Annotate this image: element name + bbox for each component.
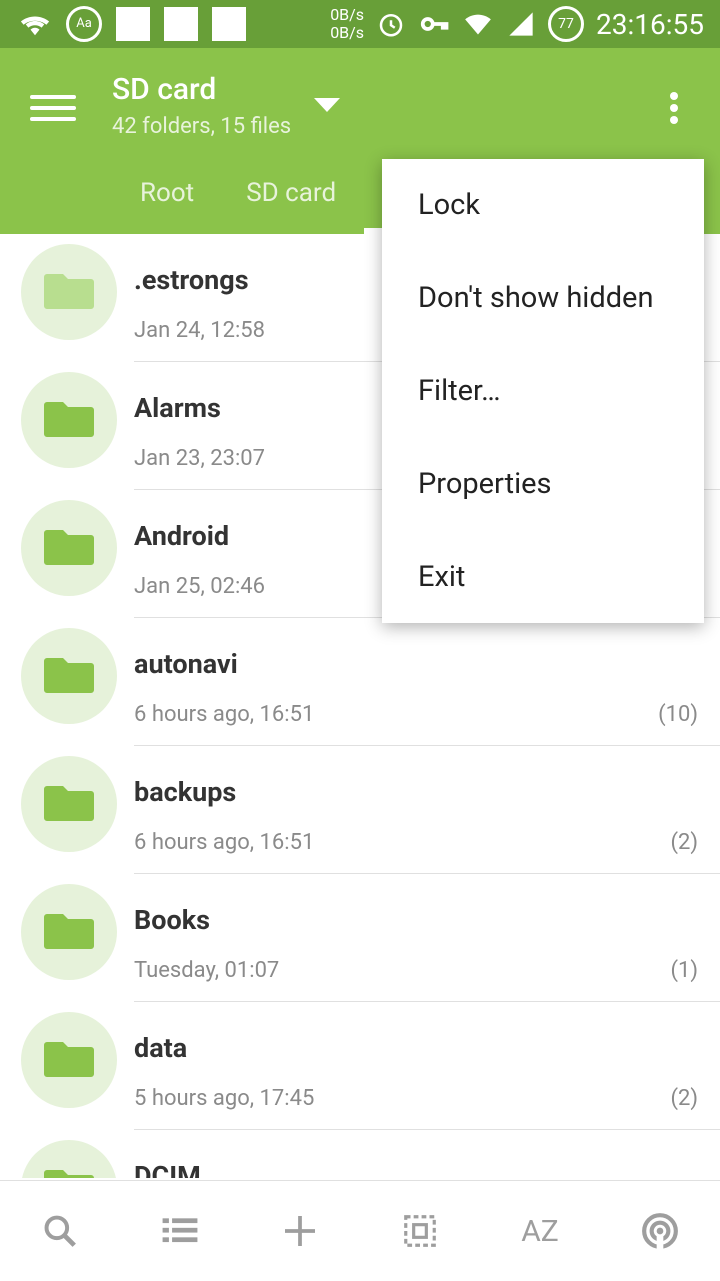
wifi-signal-icon (465, 14, 491, 35)
file-date: Jan 24, 12:58 (134, 318, 266, 343)
network-icon[interactable] (630, 1201, 690, 1261)
menu-item-properties[interactable]: Properties (382, 438, 704, 531)
notification-icon (164, 7, 198, 41)
font-icon: Aa (66, 6, 102, 42)
file-count: (2) (670, 830, 698, 855)
list-item[interactable]: Books Tuesday, 01:07 (1) (0, 874, 720, 1002)
menu-item-dont-show-hidden[interactable]: Don't show hidden (382, 252, 704, 345)
folder-icon (21, 756, 117, 852)
breadcrumb: Root SD card (140, 178, 336, 208)
list-view-icon[interactable] (150, 1201, 210, 1261)
file-name: backups (134, 776, 237, 808)
menu-item-exit[interactable]: Exit (382, 531, 704, 624)
file-date: 5 hours ago, 17:45 (134, 1086, 315, 1111)
file-count: (2) (670, 1086, 698, 1111)
file-date: 6 hours ago, 16:51 (134, 702, 315, 727)
hamburger-menu-icon[interactable] (30, 88, 76, 124)
file-count: (10) (658, 702, 698, 727)
list-item[interactable]: data 5 hours ago, 17:45 (2) (0, 1002, 720, 1130)
file-date: Jan 25, 02:46 (134, 574, 266, 599)
file-date: 6 hours ago, 16:51 (134, 830, 315, 855)
file-name: data (134, 1032, 188, 1064)
file-name: autonavi (134, 648, 238, 680)
network-speed: 0B/s 0B/s (330, 5, 365, 42)
vpn-key-icon (420, 17, 449, 31)
file-count: (1) (670, 958, 698, 983)
battery-icon: 77 (548, 6, 585, 42)
overflow-popup-menu: Lock Don't show hidden Filter… Propertie… (382, 159, 704, 623)
folder-icon (21, 884, 117, 980)
sort-az-icon[interactable]: AZ (510, 1201, 570, 1261)
clock: 23:16:55 (596, 7, 704, 41)
list-item[interactable]: DCIM (0, 1130, 720, 1178)
folder-icon (21, 1140, 117, 1178)
folder-icon (21, 244, 117, 340)
file-name: Android (134, 520, 230, 552)
wifi-icon (20, 16, 50, 36)
add-icon[interactable] (270, 1201, 330, 1261)
file-date: Jan 23, 23:07 (134, 446, 266, 471)
search-icon[interactable] (30, 1201, 90, 1261)
file-name: DCIM (134, 1160, 201, 1178)
overflow-menu-icon[interactable] (664, 88, 684, 128)
file-date: Tuesday, 01:07 (134, 958, 280, 983)
page-title: SD card (112, 72, 217, 107)
breadcrumb-sdcard[interactable]: SD card (246, 178, 336, 208)
file-name: .estrongs (134, 264, 249, 296)
file-name: Books (134, 904, 211, 936)
menu-item-lock[interactable]: Lock (382, 159, 704, 252)
bottom-toolbar: AZ (0, 1180, 720, 1281)
menu-item-filter[interactable]: Filter… (382, 345, 704, 438)
list-item[interactable]: backups 6 hours ago, 16:51 (2) (0, 746, 720, 874)
dropdown-arrow-icon[interactable] (314, 98, 340, 112)
folder-icon (21, 1012, 117, 1108)
page-subtitle: 42 folders, 15 files (112, 114, 292, 139)
breadcrumb-root[interactable]: Root (140, 178, 194, 208)
cell-signal-icon (509, 12, 533, 36)
folder-icon (21, 500, 117, 596)
notification-icon (212, 7, 246, 41)
notification-icon (116, 7, 150, 41)
select-all-icon[interactable] (390, 1201, 450, 1261)
file-name: Alarms (134, 392, 221, 424)
folder-icon (21, 372, 117, 468)
folder-icon (21, 628, 117, 724)
alarm-icon (379, 14, 403, 37)
list-item[interactable]: autonavi 6 hours ago, 16:51 (10) (0, 618, 720, 746)
status-bar: Aa 0B/s 0B/s 77 23:16:55 (0, 0, 720, 48)
